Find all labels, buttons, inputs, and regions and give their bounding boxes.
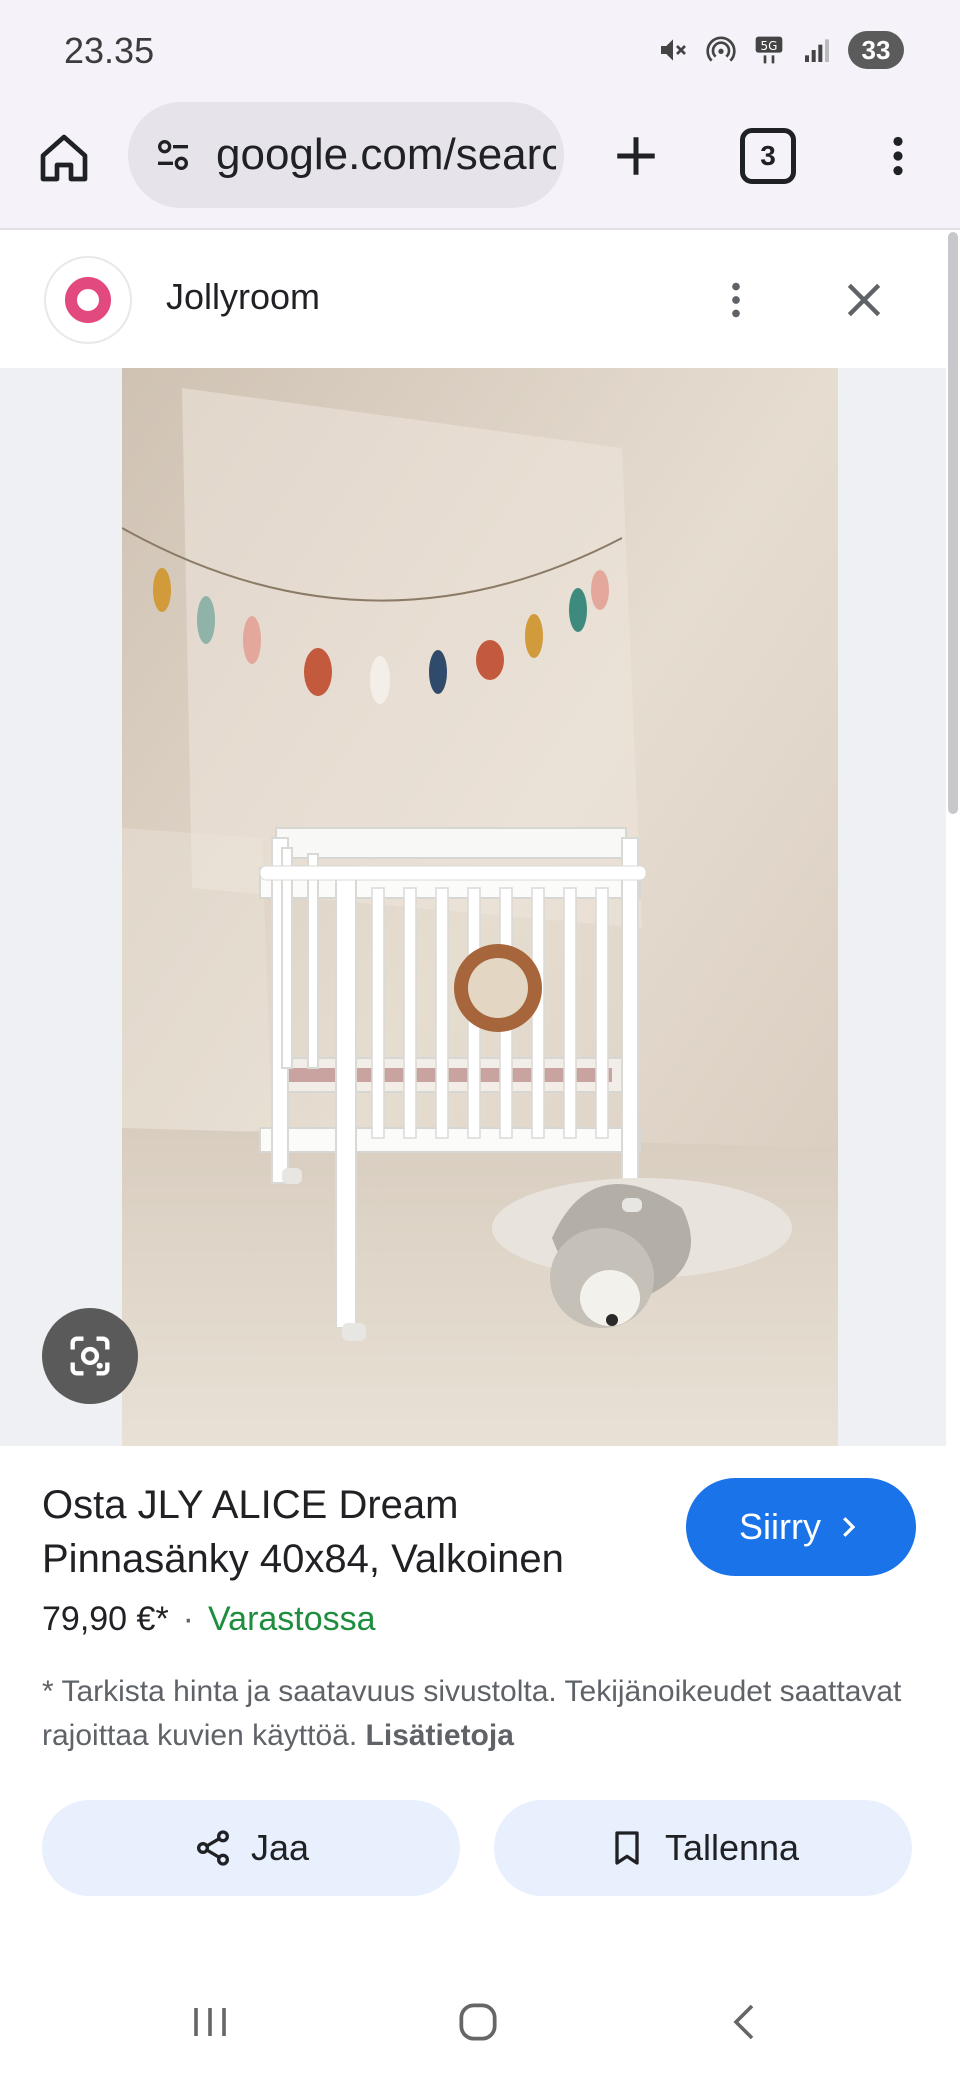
image-viewer — [0, 368, 946, 1446]
back-icon — [733, 2004, 754, 2040]
tab-switcher-button[interactable]: 3 — [740, 128, 796, 184]
separator: · — [182, 1600, 194, 1638]
disclaimer: * Tarkista hinta ja saatavuus sivustolta… — [42, 1670, 902, 1758]
svg-text:5G: 5G — [761, 39, 778, 53]
source-header: Jollyroom — [0, 232, 946, 368]
source-more-button[interactable] — [704, 268, 768, 332]
signal-icon — [800, 33, 834, 67]
scrollbar[interactable] — [948, 232, 958, 814]
status-icons: 5G 33 — [656, 26, 904, 74]
save-button[interactable]: Tallenna — [494, 1800, 912, 1896]
lens-icon — [70, 1336, 110, 1376]
source-logo[interactable] — [44, 256, 132, 344]
product-price: 79,90 €* — [42, 1600, 169, 1638]
more-info-link[interactable]: Lisätietoja — [366, 1719, 514, 1752]
home-circle-icon — [459, 2003, 497, 2041]
availability-status: Varastossa — [208, 1600, 376, 1638]
google-lens-button[interactable] — [42, 1308, 138, 1404]
price-row: 79,90 €* · Varastossa — [42, 1600, 376, 1639]
source-name[interactable]: Jollyroom — [166, 276, 320, 318]
visit-button-label: Siirry — [739, 1506, 821, 1547]
chevron-right-icon — [843, 1517, 856, 1537]
battery-indicator: 33 — [848, 31, 904, 69]
home-icon — [40, 134, 88, 182]
status-bar: 23.35 5G 33 — [0, 0, 960, 100]
more-vert-icon — [893, 136, 903, 176]
visit-button[interactable]: Siirry — [686, 1478, 916, 1576]
home-button[interactable] — [32, 126, 96, 190]
save-button-label: Tallenna — [664, 1827, 800, 1868]
new-tab-button[interactable] — [604, 124, 668, 188]
address-bar[interactable]: google.com/search — [128, 102, 564, 208]
nav-home-button[interactable] — [446, 1990, 510, 2054]
nav-back-button[interactable] — [714, 1990, 778, 2054]
tune-icon[interactable] — [150, 132, 196, 178]
share-button-label: Jaa — [250, 1827, 310, 1868]
mute-icon — [656, 33, 690, 67]
share-button[interactable]: Jaa — [42, 1800, 460, 1896]
browser-menu-button[interactable] — [866, 124, 930, 188]
browser-toolbar: google.com/search 3 — [0, 100, 960, 230]
url-text[interactable]: google.com/search — [216, 130, 556, 180]
recent-apps-button[interactable] — [178, 1990, 242, 2054]
product-image[interactable] — [122, 368, 838, 1446]
status-time: 23.35 — [64, 30, 155, 71]
plus-icon — [617, 137, 655, 175]
close-button[interactable] — [832, 268, 896, 332]
recent-apps-icon — [194, 2008, 226, 2036]
product-title: Osta JLY ALICE Dream Pinnasänky 40x84, V… — [42, 1483, 564, 1581]
5g-icon: 5G — [752, 33, 786, 67]
hotspot-icon — [704, 33, 738, 67]
close-icon — [847, 283, 881, 317]
system-navigation-bar — [0, 1960, 960, 2080]
more-vert-icon — [732, 282, 740, 318]
bookmark-icon — [615, 1831, 639, 1865]
share-icon — [196, 1830, 229, 1866]
